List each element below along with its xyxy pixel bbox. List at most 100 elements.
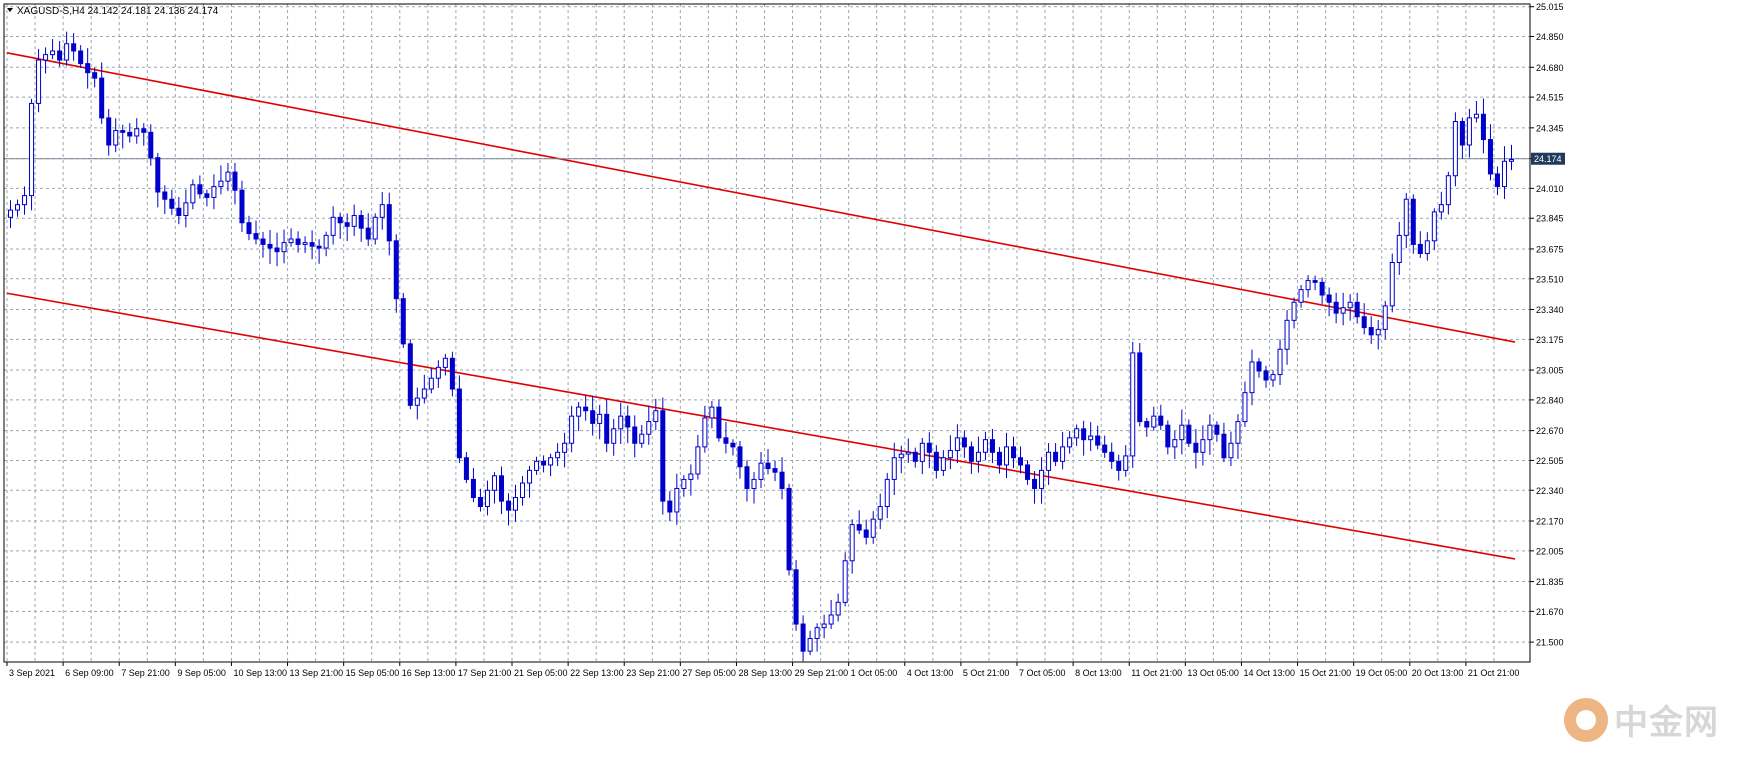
x-tick-label: 4 Oct 13:00 (907, 668, 954, 678)
candle-body-up (1270, 374, 1276, 381)
x-tick-label: 9 Sep 05:00 (177, 668, 226, 678)
candle-body-up (1305, 280, 1311, 291)
candle-body-up (534, 460, 540, 471)
candle-body-up (1403, 198, 1409, 236)
candle-body-up (905, 451, 911, 455)
candle-body-down (127, 131, 133, 137)
candle-body-down (78, 50, 84, 65)
candle-body-down (498, 475, 504, 502)
candle-body-down (667, 500, 673, 513)
candle-body-down (1333, 301, 1339, 314)
candle-body-down (1214, 424, 1220, 435)
candle-body-up (891, 457, 897, 480)
candle-body-up (225, 171, 231, 182)
candle-body-up (702, 417, 708, 448)
candlestick-chart[interactable]: 25.01524.85024.68024.51524.34524.17524.0… (0, 0, 1741, 762)
candle-body-down (793, 569, 799, 625)
candle-body-up (842, 560, 848, 603)
candle-body-up (527, 469, 533, 484)
candle-body-down (1025, 464, 1031, 480)
candle-body-down (1487, 139, 1493, 175)
candle-body-up (484, 489, 490, 508)
candle-body-up (919, 442, 925, 462)
candle-body-down (1193, 442, 1199, 453)
candle-body-down (632, 426, 638, 444)
candle-body-down (1144, 421, 1150, 428)
x-tick-label: 14 Oct 13:00 (1243, 668, 1295, 678)
candle-body-up (22, 195, 28, 206)
candle-body-up (1340, 307, 1346, 314)
candle-body-down (1368, 327, 1374, 336)
x-tick-label: 7 Sep 21:00 (121, 668, 170, 678)
candle-body-up (1291, 301, 1297, 321)
candle-body-down (863, 529, 869, 538)
candle-body-up (1277, 348, 1283, 376)
candle-body-down (92, 72, 98, 79)
candle-body-up (323, 234, 329, 249)
candle-body-down (1459, 121, 1465, 146)
candle-body-up (898, 453, 904, 459)
y-tick-label: 21.670 (1536, 607, 1564, 617)
candle-body-down (604, 413, 610, 444)
candle-body-up (681, 478, 687, 489)
x-tick-label: 13 Sep 21:00 (290, 668, 344, 678)
candle-body-up (1298, 289, 1304, 303)
candle-body-up (618, 415, 624, 430)
candle-body-up (1130, 352, 1136, 457)
candle-body-down (779, 471, 785, 489)
candle-body-up (569, 415, 575, 444)
candle-body-down (393, 240, 399, 300)
candle-body-up (1200, 439, 1206, 453)
candle-body-down (1109, 451, 1115, 462)
y-tick-label: 22.340 (1536, 486, 1564, 496)
candle-body-down (1319, 281, 1325, 296)
candle-body-up (940, 457, 946, 471)
y-tick-label: 21.835 (1536, 577, 1564, 587)
candle-body-up (43, 54, 49, 61)
candle-body-down (541, 460, 547, 466)
candle-body-up (1347, 301, 1353, 309)
candle-body-up (442, 357, 448, 368)
x-tick-label: 21 Sep 05:00 (514, 668, 568, 678)
candle-body-down (730, 442, 736, 448)
candle-body-down (260, 238, 266, 245)
candle-body-down (1137, 352, 1143, 423)
candle-body-down (232, 171, 238, 191)
y-tick-label: 22.840 (1536, 395, 1564, 405)
y-tick-label: 23.845 (1536, 214, 1564, 224)
candle-body-up (513, 497, 519, 511)
x-tick-label: 13 Oct 05:00 (1187, 668, 1239, 678)
candle-body-up (1067, 437, 1073, 448)
candle-body-down (463, 457, 469, 480)
y-tick-label: 25.015 (1536, 2, 1564, 12)
candle-body-up (975, 451, 981, 462)
current-price-label: 24.174 (1534, 154, 1562, 164)
y-tick-label: 23.340 (1536, 305, 1564, 315)
candle-body-down (1095, 435, 1101, 446)
candle-body-up (562, 442, 568, 453)
candle-body-up (1207, 424, 1213, 441)
candle-body-up (1242, 392, 1248, 423)
candle-body-down (1158, 415, 1164, 426)
candle-body-up (1074, 428, 1080, 439)
candle-body-up (1179, 424, 1185, 441)
candle-body-down (968, 446, 974, 462)
candle-body-up (1249, 361, 1255, 394)
candle-body-up (709, 406, 715, 419)
y-tick-label: 23.510 (1536, 274, 1564, 284)
candle-body-down (120, 130, 126, 133)
candle-body-up (288, 238, 294, 244)
candle-body-up (1088, 435, 1094, 441)
x-tick-label: 22 Sep 13:00 (570, 668, 624, 678)
candle-body-down (1165, 424, 1171, 448)
candle-body-up (674, 487, 680, 513)
x-tick-label: 3 Sep 2021 (9, 668, 55, 678)
candle-body-up (421, 388, 427, 399)
candle-body-down (148, 131, 154, 159)
candle-body-up (1046, 451, 1052, 471)
candle-body-down (470, 478, 476, 498)
candle-body-down (337, 216, 343, 224)
candle-body-up (281, 242, 287, 253)
price-chart[interactable]: 25.01524.85024.68024.51524.34524.17524.0… (0, 0, 1741, 762)
candle-body-up (113, 130, 119, 146)
